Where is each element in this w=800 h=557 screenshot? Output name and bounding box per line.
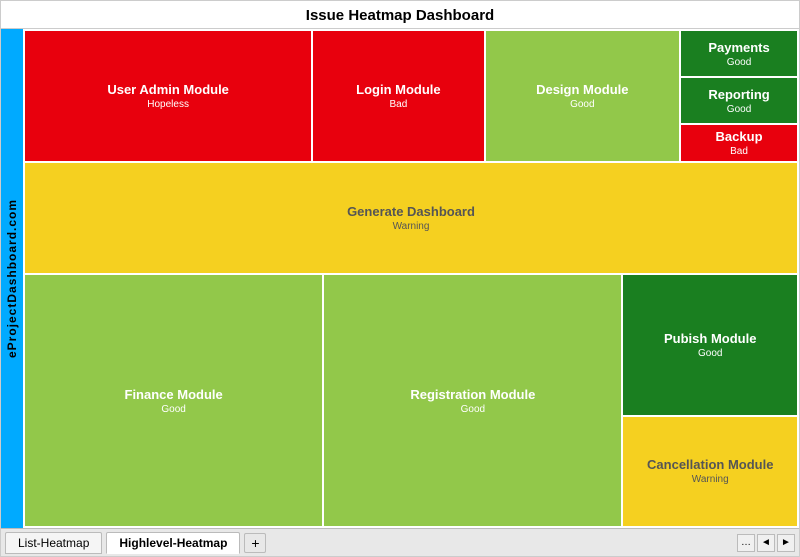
heatmap-container: User Admin Module Hopeless Login Module … bbox=[23, 29, 799, 528]
tab-highlevel-heatmap[interactable]: Highlevel-Heatmap bbox=[106, 532, 240, 554]
heatmap-row-2: Generate Dashboard Warning bbox=[25, 163, 797, 273]
cell-publish[interactable]: Pubish Module Good bbox=[623, 275, 797, 415]
tab-list-heatmap[interactable]: List-Heatmap bbox=[5, 532, 102, 554]
title-text: Issue Heatmap Dashboard bbox=[306, 7, 494, 24]
tab-scroll-buttons: … ◄ ► bbox=[737, 534, 795, 552]
heatmap-row-3: Finance Module Good Registration Module … bbox=[25, 275, 797, 526]
sidebar-label: eProjectDashboard.com bbox=[1, 29, 23, 528]
col-right-top: Payments Good Reporting Good Backup Bad bbox=[681, 31, 797, 161]
app: Issue Heatmap Dashboard eProjectDashboar… bbox=[0, 0, 800, 557]
dashboard-title: Issue Heatmap Dashboard bbox=[1, 1, 799, 29]
tab-scroll-right-button[interactable]: ► bbox=[777, 534, 795, 552]
tab-scroll-left-button[interactable]: ◄ bbox=[757, 534, 775, 552]
col-right-bottom: Pubish Module Good Cancellation Module W… bbox=[623, 275, 797, 526]
cell-generate[interactable]: Generate Dashboard Warning bbox=[25, 163, 797, 273]
tab-add-button[interactable]: + bbox=[244, 533, 266, 553]
heatmap-row-1: User Admin Module Hopeless Login Module … bbox=[25, 31, 797, 161]
cell-finance[interactable]: Finance Module Good bbox=[25, 275, 322, 526]
tab-dots-button[interactable]: … bbox=[737, 534, 755, 552]
cell-reporting[interactable]: Reporting Good bbox=[681, 78, 797, 123]
cell-design[interactable]: Design Module Good bbox=[486, 31, 680, 161]
main-area: eProjectDashboard.com User Admin Module … bbox=[1, 29, 799, 528]
cell-registration[interactable]: Registration Module Good bbox=[324, 275, 621, 526]
cell-backup[interactable]: Backup Bad bbox=[681, 125, 797, 161]
cell-user-admin[interactable]: User Admin Module Hopeless bbox=[25, 31, 311, 161]
tab-bar: List-Heatmap Highlevel-Heatmap + … ◄ ► bbox=[1, 528, 799, 556]
cell-cancellation[interactable]: Cancellation Module Warning bbox=[623, 417, 797, 526]
cell-login[interactable]: Login Module Bad bbox=[313, 31, 483, 161]
cell-payments[interactable]: Payments Good bbox=[681, 31, 797, 76]
